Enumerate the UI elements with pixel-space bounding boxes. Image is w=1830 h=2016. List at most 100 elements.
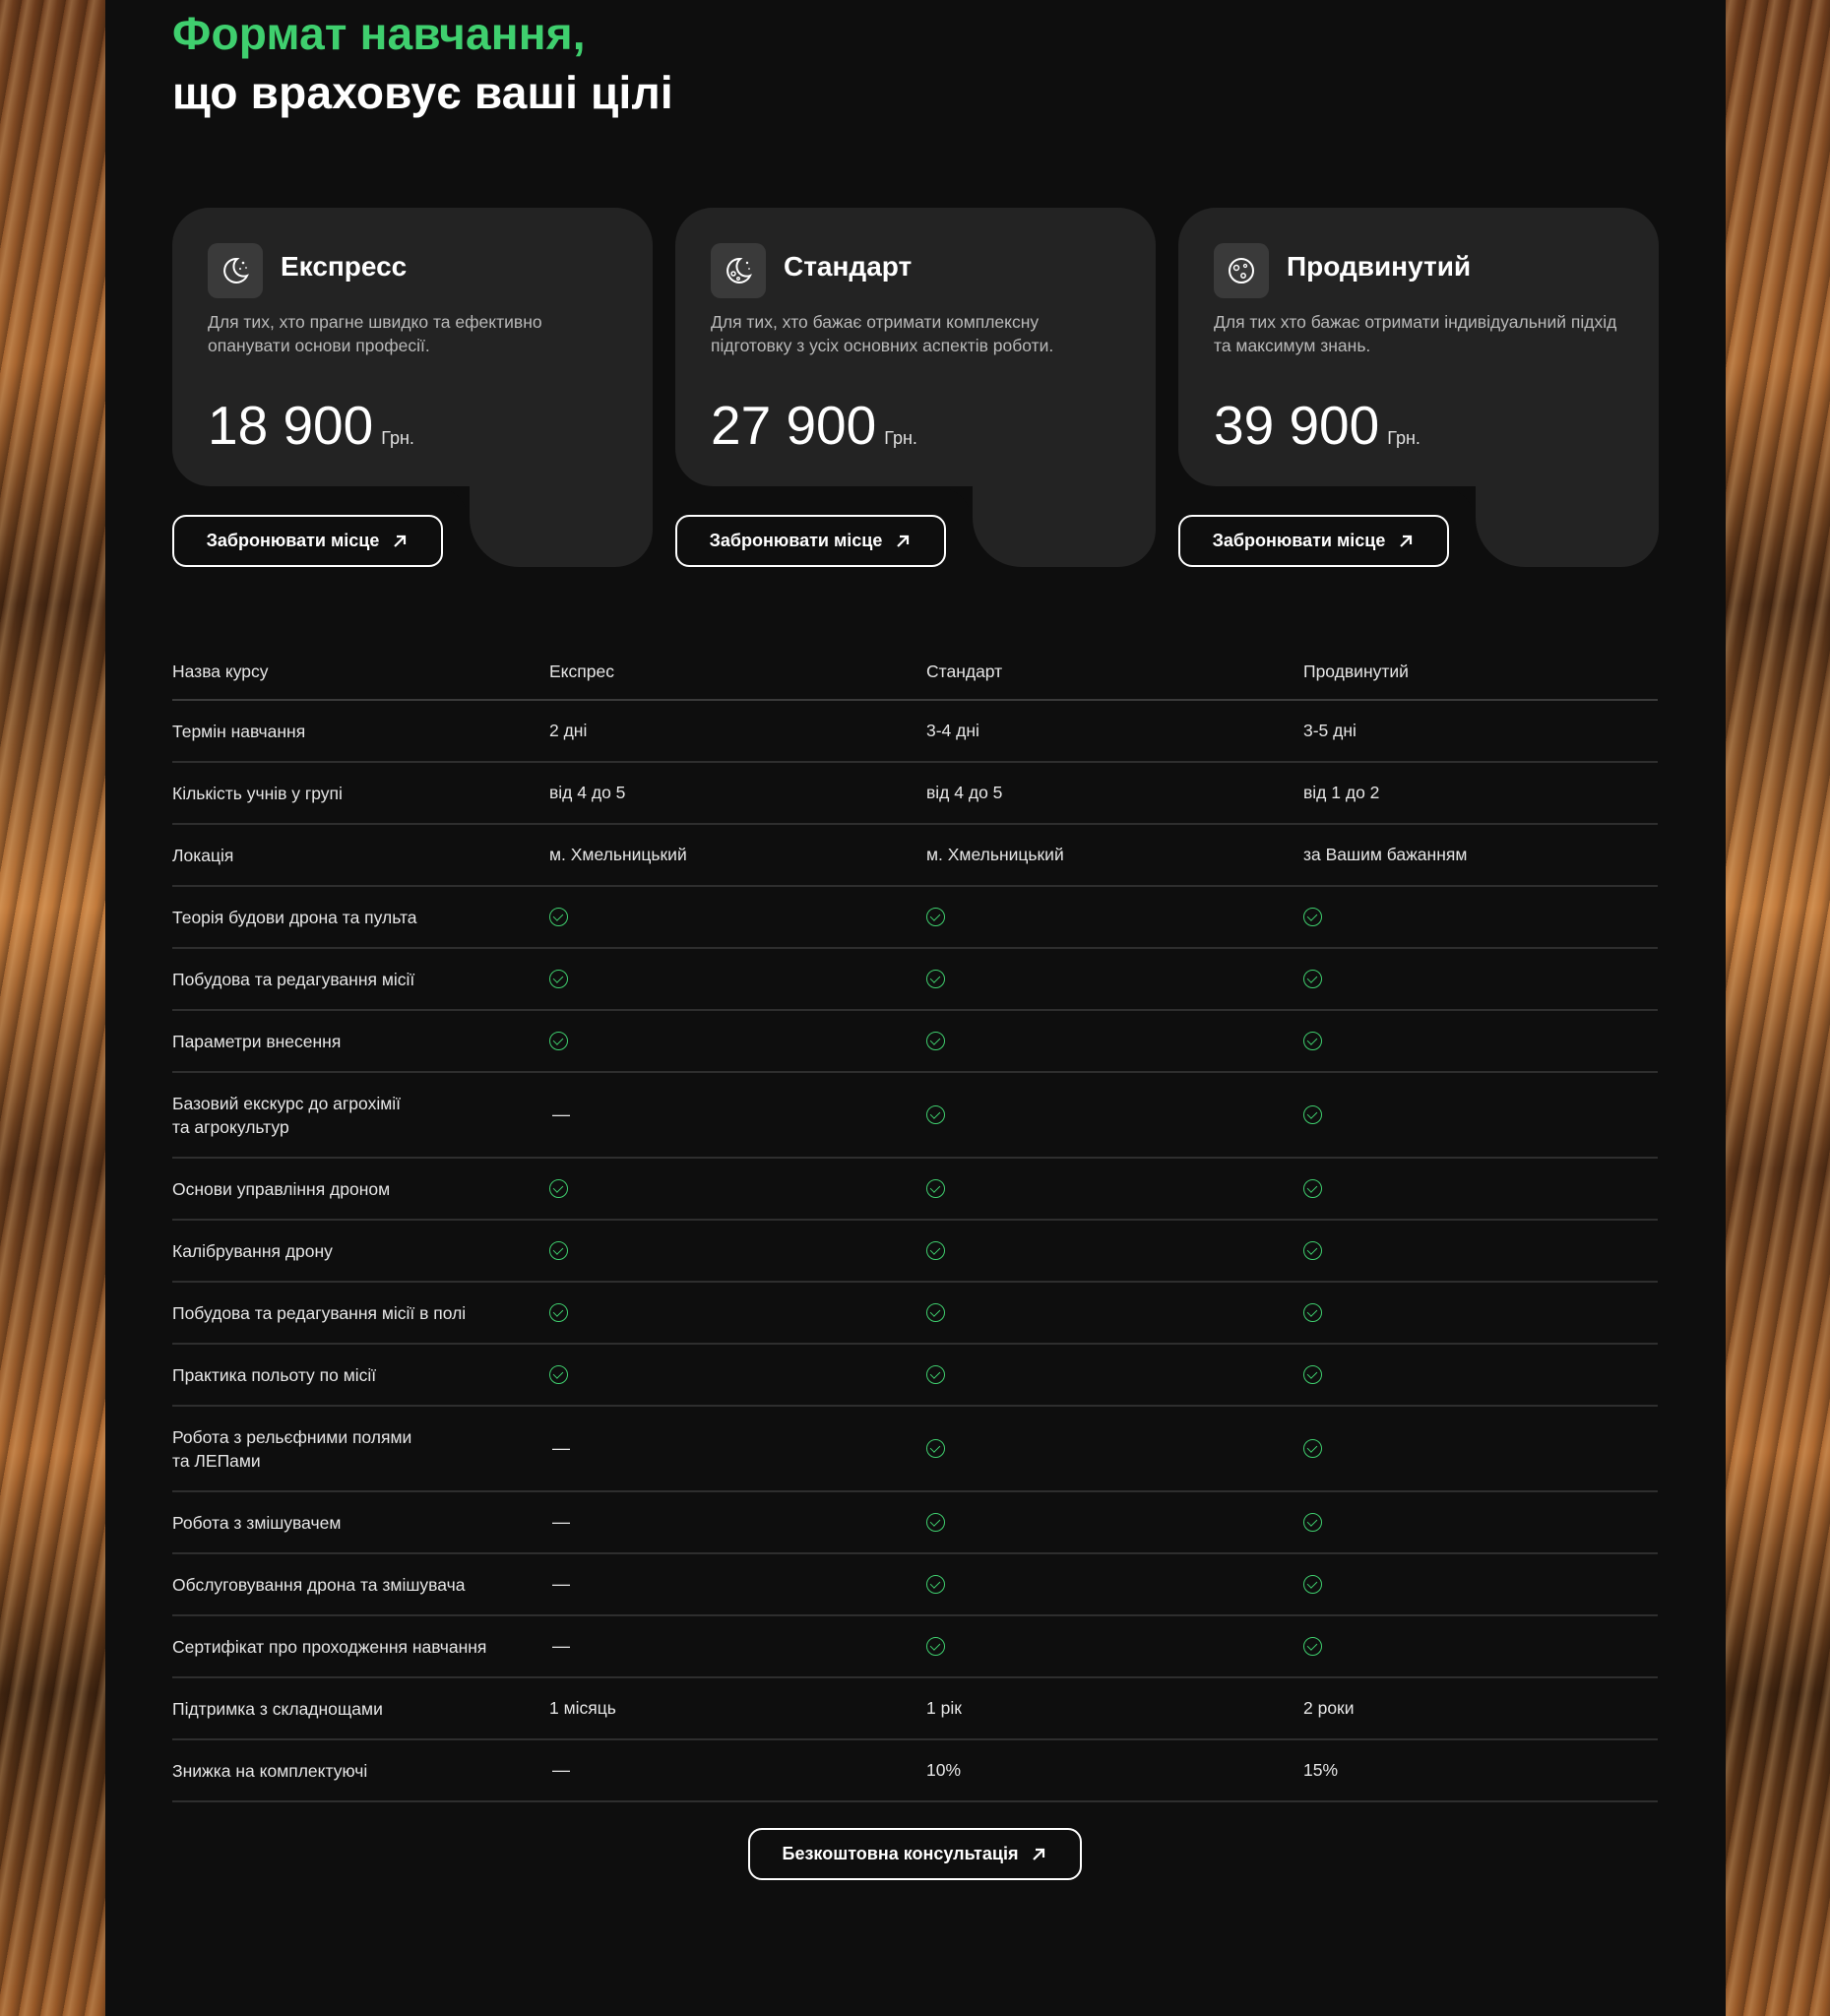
row-value: м. Хмельницький	[549, 845, 687, 864]
check-circle-icon	[926, 970, 945, 988]
check-circle-icon	[926, 1241, 945, 1260]
plan-title: Продвинутий	[1287, 251, 1472, 282]
check-circle-icon	[1303, 1575, 1322, 1594]
table-row: Сертифікат про проходження навчання —	[172, 1616, 1658, 1678]
row-value	[1303, 1575, 1658, 1594]
row-value	[926, 1637, 1303, 1656]
table-row: Обслуговування дрона та змішувача —	[172, 1554, 1658, 1616]
table-row: Побудова та редагування місії	[172, 949, 1658, 1011]
row-value: 3-4 дні	[926, 721, 979, 740]
table-row: Калібрування дрону	[172, 1221, 1658, 1283]
row-value: —	[552, 1438, 570, 1458]
row-value: 3-5 дні	[1303, 721, 1357, 740]
row-label: Робота з змішувачем	[172, 1512, 342, 1533]
section-heading: Формат навчання, що враховує ваші цілі	[172, 4, 673, 122]
check-circle-icon	[926, 1365, 945, 1384]
column-header: Стандарт	[926, 661, 1003, 681]
row-value	[1303, 1241, 1658, 1260]
row-value	[926, 1303, 1303, 1322]
dash-icon: —	[549, 1438, 926, 1459]
row-value	[1303, 908, 1658, 926]
book-seat-button[interactable]: Забронювати місце	[172, 515, 443, 567]
column-header: Експрес	[549, 661, 614, 681]
row-value: 2 дні	[549, 721, 588, 740]
table-row: Базовий екскурс до агрохімії та агрокуль…	[172, 1073, 1658, 1159]
dash-icon: —	[549, 1760, 926, 1781]
arrow-up-right-icon	[1033, 1848, 1045, 1860]
row-value	[926, 1179, 1303, 1198]
plan-title: Експресс	[281, 251, 408, 282]
check-circle-icon	[1303, 1105, 1322, 1124]
row-label: Базовий екскурс до агрохімії та агрокуль…	[172, 1093, 401, 1137]
row-value: 2 роки	[1303, 1698, 1355, 1718]
row-value	[549, 1179, 926, 1198]
column-header: Продвинутий	[1303, 661, 1409, 681]
row-value	[1303, 1513, 1658, 1532]
plan-currency: Грн.	[1387, 428, 1420, 448]
check-circle-icon	[1303, 1179, 1322, 1198]
row-label: Термін навчання	[172, 721, 306, 741]
row-value	[926, 1105, 1303, 1124]
table-row: Основи управління дроном	[172, 1159, 1658, 1221]
row-value	[926, 1032, 1303, 1050]
table-row: Робота з рельєфними полями та ЛЕПами —	[172, 1407, 1658, 1492]
arrow-up-right-icon	[897, 535, 910, 547]
row-value	[926, 1575, 1303, 1594]
table-row: Практика польоту по місії	[172, 1345, 1658, 1407]
row-value: м. Хмельницький	[926, 845, 1064, 864]
row-label: Локація	[172, 845, 234, 865]
check-circle-icon	[1303, 908, 1322, 926]
table-row: Знижка на комплектуючі — 10% 15%	[172, 1740, 1658, 1802]
check-circle-icon	[549, 1032, 568, 1050]
table-row: Термін навчання 2 дні 3-4 дні 3-5 дні	[172, 701, 1658, 763]
table-row: Кількість учнів у групі від 4 до 5 від 4 д…	[172, 763, 1658, 825]
book-seat-button[interactable]: Забронювати місце	[675, 515, 946, 567]
arrow-up-right-icon	[394, 535, 407, 547]
row-value	[926, 1513, 1303, 1532]
row-value: —	[552, 1104, 570, 1124]
row-value	[1303, 970, 1658, 988]
row-value	[1303, 1032, 1658, 1050]
check-circle-icon	[549, 1179, 568, 1198]
check-circle-icon	[549, 1365, 568, 1384]
check-circle-icon	[1303, 1032, 1322, 1050]
dash-icon: —	[549, 1574, 926, 1595]
plan-price: 18 900 Грн.	[208, 395, 414, 456]
row-label: Теорія будови дрона та пульта	[172, 907, 417, 927]
row-label: Сертифікат про проходження навчання	[172, 1636, 487, 1657]
arrow-up-right-icon	[1400, 535, 1413, 547]
table-header-row: Назва курсу Експрес Стандарт Продвинутий	[172, 644, 1658, 701]
plan-description: Для тих хто бажає отримати індивідуальни…	[1214, 312, 1617, 355]
dash-icon: —	[549, 1104, 926, 1125]
row-label: Калібрування дрону	[172, 1240, 333, 1261]
check-circle-icon	[926, 1513, 945, 1532]
row-value	[549, 908, 926, 926]
dash-icon: —	[549, 1636, 926, 1657]
row-value	[926, 1439, 1303, 1458]
check-circle-icon	[926, 1439, 945, 1458]
row-value	[926, 908, 1303, 926]
row-value: —	[552, 1512, 570, 1532]
row-value	[549, 1032, 926, 1050]
row-value	[1303, 1303, 1658, 1322]
row-value: 1 місяць	[549, 1698, 616, 1718]
row-label: Знижка на комплектуючі	[172, 1760, 368, 1781]
plan-card-advanced: Продвинутий Для тих хто бажає отримати і…	[1178, 208, 1659, 567]
moon-crater-icon	[711, 243, 766, 298]
row-value	[549, 1241, 926, 1260]
table-row: Робота з змішувачем —	[172, 1492, 1658, 1554]
dash-icon: —	[549, 1512, 926, 1533]
plan-card-express: Експресс Для тих, хто прагне швидко та е…	[172, 208, 653, 567]
check-circle-icon	[926, 1575, 945, 1594]
book-seat-button[interactable]: Забронювати місце	[1178, 515, 1449, 567]
row-label: Основи управління дроном	[172, 1178, 391, 1199]
row-value	[1303, 1365, 1658, 1384]
row-value: від 1 до 2	[1303, 783, 1380, 802]
free-consultation-button[interactable]: Безкоштовна консультація	[748, 1828, 1082, 1880]
row-label: Побудова та редагування місії в полі	[172, 1302, 467, 1323]
check-circle-icon	[1303, 1241, 1322, 1260]
plan-price: 39 900 Грн.	[1214, 395, 1420, 456]
row-label: Обслуговування дрона та змішувача	[172, 1574, 466, 1595]
check-circle-icon	[926, 1179, 945, 1198]
plan-description: Для тих, хто бажає отримати комплексну п…	[711, 312, 1054, 355]
